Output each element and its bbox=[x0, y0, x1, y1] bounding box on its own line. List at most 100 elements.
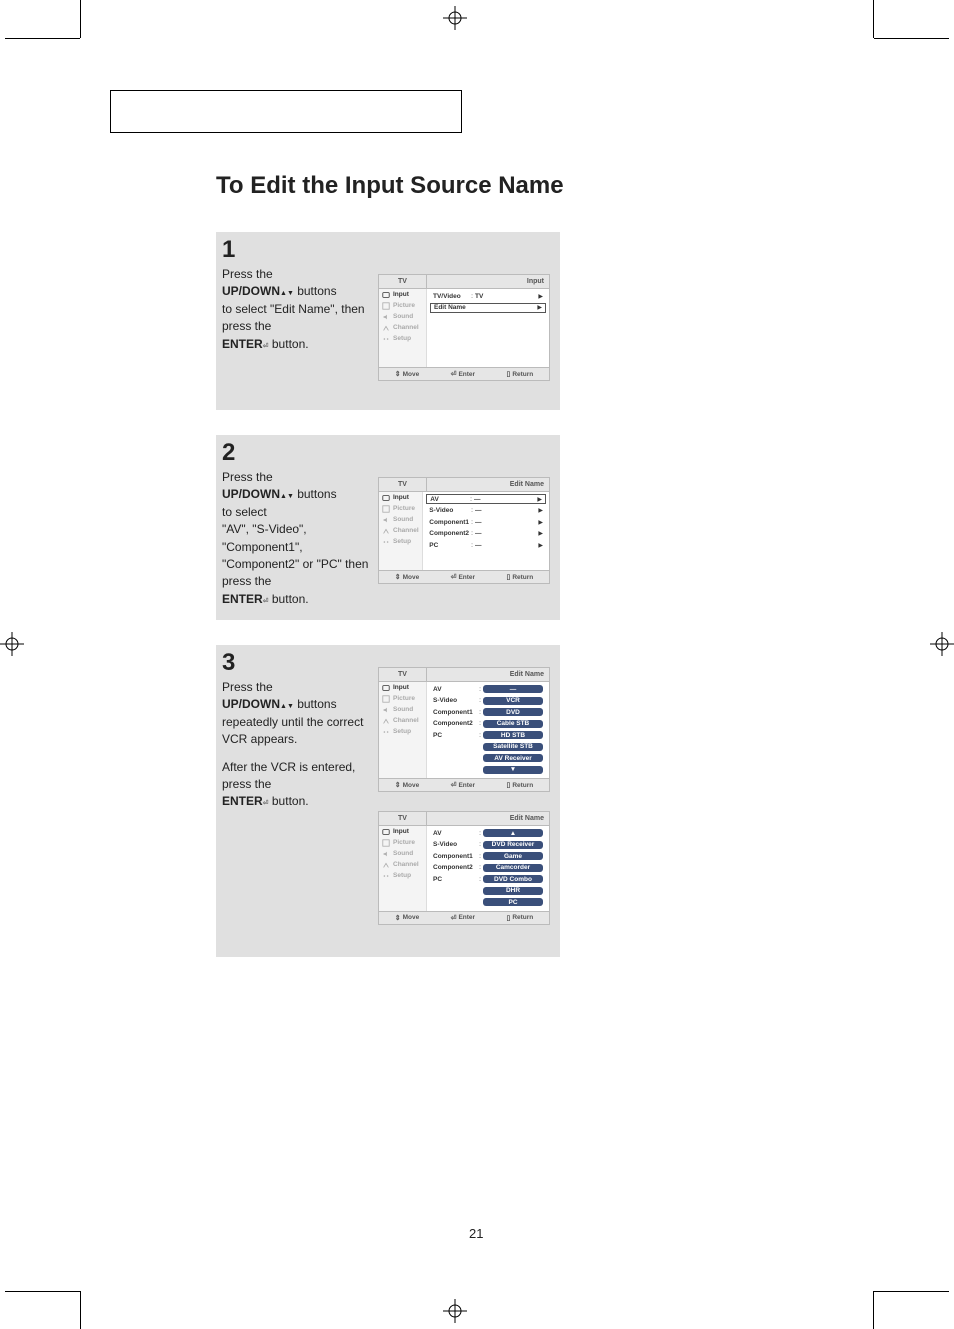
sidebar-item-setup[interactable]: Setup bbox=[379, 536, 422, 547]
sidebar-item-input[interactable]: Input bbox=[379, 826, 426, 837]
t: Move bbox=[403, 914, 420, 921]
lbl: PC bbox=[429, 542, 469, 549]
osd-option[interactable]: PC bbox=[430, 897, 546, 907]
lbl: AV bbox=[433, 686, 477, 693]
lbl: Picture bbox=[393, 302, 415, 309]
t: Move bbox=[403, 574, 420, 581]
hint-move: ⇕Move bbox=[395, 914, 420, 922]
down-arrow-icon: ▼ bbox=[483, 766, 543, 774]
down-icon bbox=[287, 487, 294, 501]
crop-mark bbox=[5, 1291, 80, 1292]
sidebar-item-input[interactable]: Input bbox=[379, 289, 426, 300]
t: Move bbox=[403, 371, 420, 378]
sidebar-item-picture[interactable]: Picture bbox=[379, 693, 426, 704]
val: DVD bbox=[483, 708, 543, 716]
osd-option[interactable]: Satellite STB bbox=[430, 742, 546, 752]
sidebar-item-sound[interactable]: Sound bbox=[379, 848, 426, 859]
osd-scroll-down[interactable]: ▼ bbox=[430, 765, 546, 775]
osd-row-editname[interactable]: Edit Name ▶ bbox=[430, 303, 546, 313]
osd-sidebar: Input Picture Sound Channel Setup bbox=[379, 492, 423, 570]
right-arrow-icon: ▶ bbox=[535, 293, 543, 300]
hint-return: ▯Return bbox=[506, 370, 533, 378]
osd-breadcrumb: Edit Name bbox=[427, 668, 549, 681]
step-number: 1 bbox=[222, 236, 235, 264]
hint-move: ⇕Move bbox=[395, 370, 420, 378]
osd-row-av[interactable]: AV:▲ bbox=[430, 828, 546, 838]
updown-icon: ⇕ bbox=[395, 573, 401, 581]
osd-panel-input: TV Input Input Picture Sound Channel Set… bbox=[378, 274, 550, 381]
crop-mark bbox=[873, 0, 874, 38]
t: Return bbox=[512, 371, 533, 378]
lbl: AV bbox=[430, 496, 468, 503]
lbl: Picture bbox=[393, 695, 415, 702]
lbl: Input bbox=[393, 494, 409, 501]
lbl: PC bbox=[433, 876, 477, 883]
lbl: Component2 bbox=[429, 530, 469, 537]
updown-icon: ⇕ bbox=[395, 370, 401, 378]
up-icon bbox=[280, 284, 287, 298]
osd-panel-editname-list: TV Edit Name Input Picture Sound Channel… bbox=[378, 477, 550, 584]
step-1-block: 1 Press the UP/DOWN buttons to select "E… bbox=[216, 232, 560, 410]
osd-breadcrumb: Edit Name bbox=[427, 478, 549, 491]
registration-target-icon bbox=[930, 632, 954, 656]
sidebar-item-channel[interactable]: Channel bbox=[379, 715, 426, 726]
osd-header: TV Input bbox=[379, 275, 549, 289]
osd-row-av[interactable]: AV:— bbox=[430, 684, 546, 694]
osd-row-svideo[interactable]: S-Video:—▶ bbox=[426, 506, 546, 516]
sidebar-item-picture[interactable]: Picture bbox=[379, 300, 426, 311]
osd-option[interactable]: DHR bbox=[430, 886, 546, 896]
osd-row-tvvideo[interactable]: TV/Video : TV ▶ bbox=[430, 291, 546, 301]
osd-row-pc[interactable]: PC:—▶ bbox=[426, 540, 546, 550]
hint-enter: ⏎Enter bbox=[451, 370, 476, 378]
sidebar-item-input[interactable]: Input bbox=[379, 682, 426, 693]
up-arrow-icon: ▲ bbox=[483, 829, 543, 837]
osd-option[interactable]: AV Receiver bbox=[430, 753, 546, 763]
sidebar-item-sound[interactable]: Sound bbox=[379, 704, 426, 715]
val: Satellite STB bbox=[483, 743, 543, 751]
step-2-text: Press the UP/DOWN buttons to select "AV"… bbox=[222, 469, 377, 608]
sidebar-item-input[interactable]: Input bbox=[379, 492, 422, 503]
sidebar-item-setup[interactable]: Setup bbox=[379, 870, 426, 881]
sidebar-item-channel[interactable]: Channel bbox=[379, 322, 426, 333]
osd-row-component2[interactable]: Component2:Cable STB bbox=[430, 719, 546, 729]
t: buttons bbox=[294, 697, 337, 711]
osd-row-svideo[interactable]: S-Video:VCR bbox=[430, 696, 546, 706]
lbl: Component1 bbox=[433, 853, 477, 860]
lbl: S-Video bbox=[429, 507, 469, 514]
lbl: Channel bbox=[393, 527, 419, 534]
sidebar-item-picture[interactable]: Picture bbox=[379, 837, 426, 848]
lbl: Setup bbox=[393, 728, 411, 735]
sidebar-item-sound[interactable]: Sound bbox=[379, 311, 426, 322]
enter-icon: ⏎ bbox=[451, 781, 457, 789]
osd-row-component1[interactable]: Component1:—▶ bbox=[426, 517, 546, 527]
osd-row-av[interactable]: AV:—▶ bbox=[426, 494, 546, 504]
t: ENTER bbox=[222, 794, 263, 808]
hint-return: ▯Return bbox=[506, 781, 533, 789]
osd-row-component2[interactable]: Component2:Camcorder bbox=[430, 863, 546, 873]
osd-row-component1[interactable]: Component1:DVD bbox=[430, 707, 546, 717]
val: — bbox=[475, 507, 535, 514]
osd-sidebar: Input Picture Sound Channel Setup bbox=[379, 682, 427, 778]
lbl: S-Video bbox=[433, 841, 477, 848]
enter-icon: ⏎ bbox=[451, 914, 457, 922]
sidebar-item-setup[interactable]: Setup bbox=[379, 333, 426, 344]
osd-row-pc[interactable]: PC:HD STB bbox=[430, 730, 546, 740]
t: Return bbox=[512, 782, 533, 789]
return-icon: ▯ bbox=[506, 573, 510, 581]
val: AV Receiver bbox=[483, 754, 543, 762]
sidebar-item-sound[interactable]: Sound bbox=[379, 514, 422, 525]
t: to select "Edit Name", then press the bbox=[222, 302, 365, 333]
osd-row-component2[interactable]: Component2:—▶ bbox=[426, 529, 546, 539]
step-2-block: 2 Press the UP/DOWN buttons to select "A… bbox=[216, 435, 560, 620]
sidebar-item-setup[interactable]: Setup bbox=[379, 726, 426, 737]
t: UP/DOWN bbox=[222, 487, 280, 501]
step-1-text: Press the UP/DOWN buttons to select "Edi… bbox=[222, 266, 377, 353]
osd-row-pc[interactable]: PC:DVD Combo bbox=[430, 874, 546, 884]
osd-title: TV bbox=[379, 812, 427, 825]
sidebar-item-channel[interactable]: Channel bbox=[379, 525, 422, 536]
osd-row-svideo[interactable]: S-Video:DVD Receiver bbox=[430, 840, 546, 850]
sidebar-item-channel[interactable]: Channel bbox=[379, 859, 426, 870]
osd-row-component1[interactable]: Component1:Game bbox=[430, 851, 546, 861]
registration-target-icon bbox=[443, 6, 467, 30]
sidebar-item-picture[interactable]: Picture bbox=[379, 503, 422, 514]
